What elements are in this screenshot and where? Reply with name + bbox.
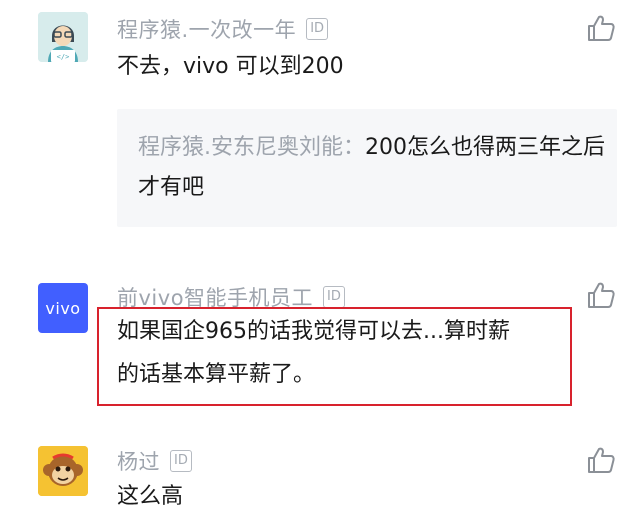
comment-text: 这么高 (117, 484, 184, 509)
id-badge: ID (170, 450, 192, 472)
id-badge: ID (306, 18, 329, 40)
avatar-vivo[interactable]: vivo (38, 283, 88, 333)
reply-quote: 程序猿.安东尼奥刘能：200怎么也得两三年之后才有吧 (138, 128, 606, 208)
vivo-logo: vivo (45, 298, 81, 318)
reply-username[interactable]: 程序猿.安东尼奥刘能： (138, 135, 365, 160)
username[interactable]: 杨过 (117, 446, 160, 476)
monkey-avatar-icon (38, 446, 88, 496)
thumbs-up-icon (588, 282, 615, 308)
id-badge: ID (323, 286, 345, 308)
comment-text: 不去，vivo 可以到200 (117, 54, 344, 79)
thumbs-up-icon (588, 447, 615, 473)
like-button[interactable] (586, 445, 616, 475)
username-row: 杨过 ID (117, 446, 192, 476)
like-button[interactable] (586, 13, 616, 43)
programmer-avatar-icon: </> (38, 12, 88, 62)
avatar-programmer[interactable]: </> (38, 12, 88, 62)
avatar-monkey[interactable] (38, 446, 88, 496)
username[interactable]: 程序猿.一次改一年 (117, 14, 296, 44)
like-button[interactable] (586, 280, 616, 310)
username-row: 程序猿.一次改一年 ID (117, 14, 329, 44)
thumbs-up-icon (588, 15, 615, 41)
svg-text:</>: </> (57, 53, 70, 61)
highlight-frame (97, 307, 572, 406)
